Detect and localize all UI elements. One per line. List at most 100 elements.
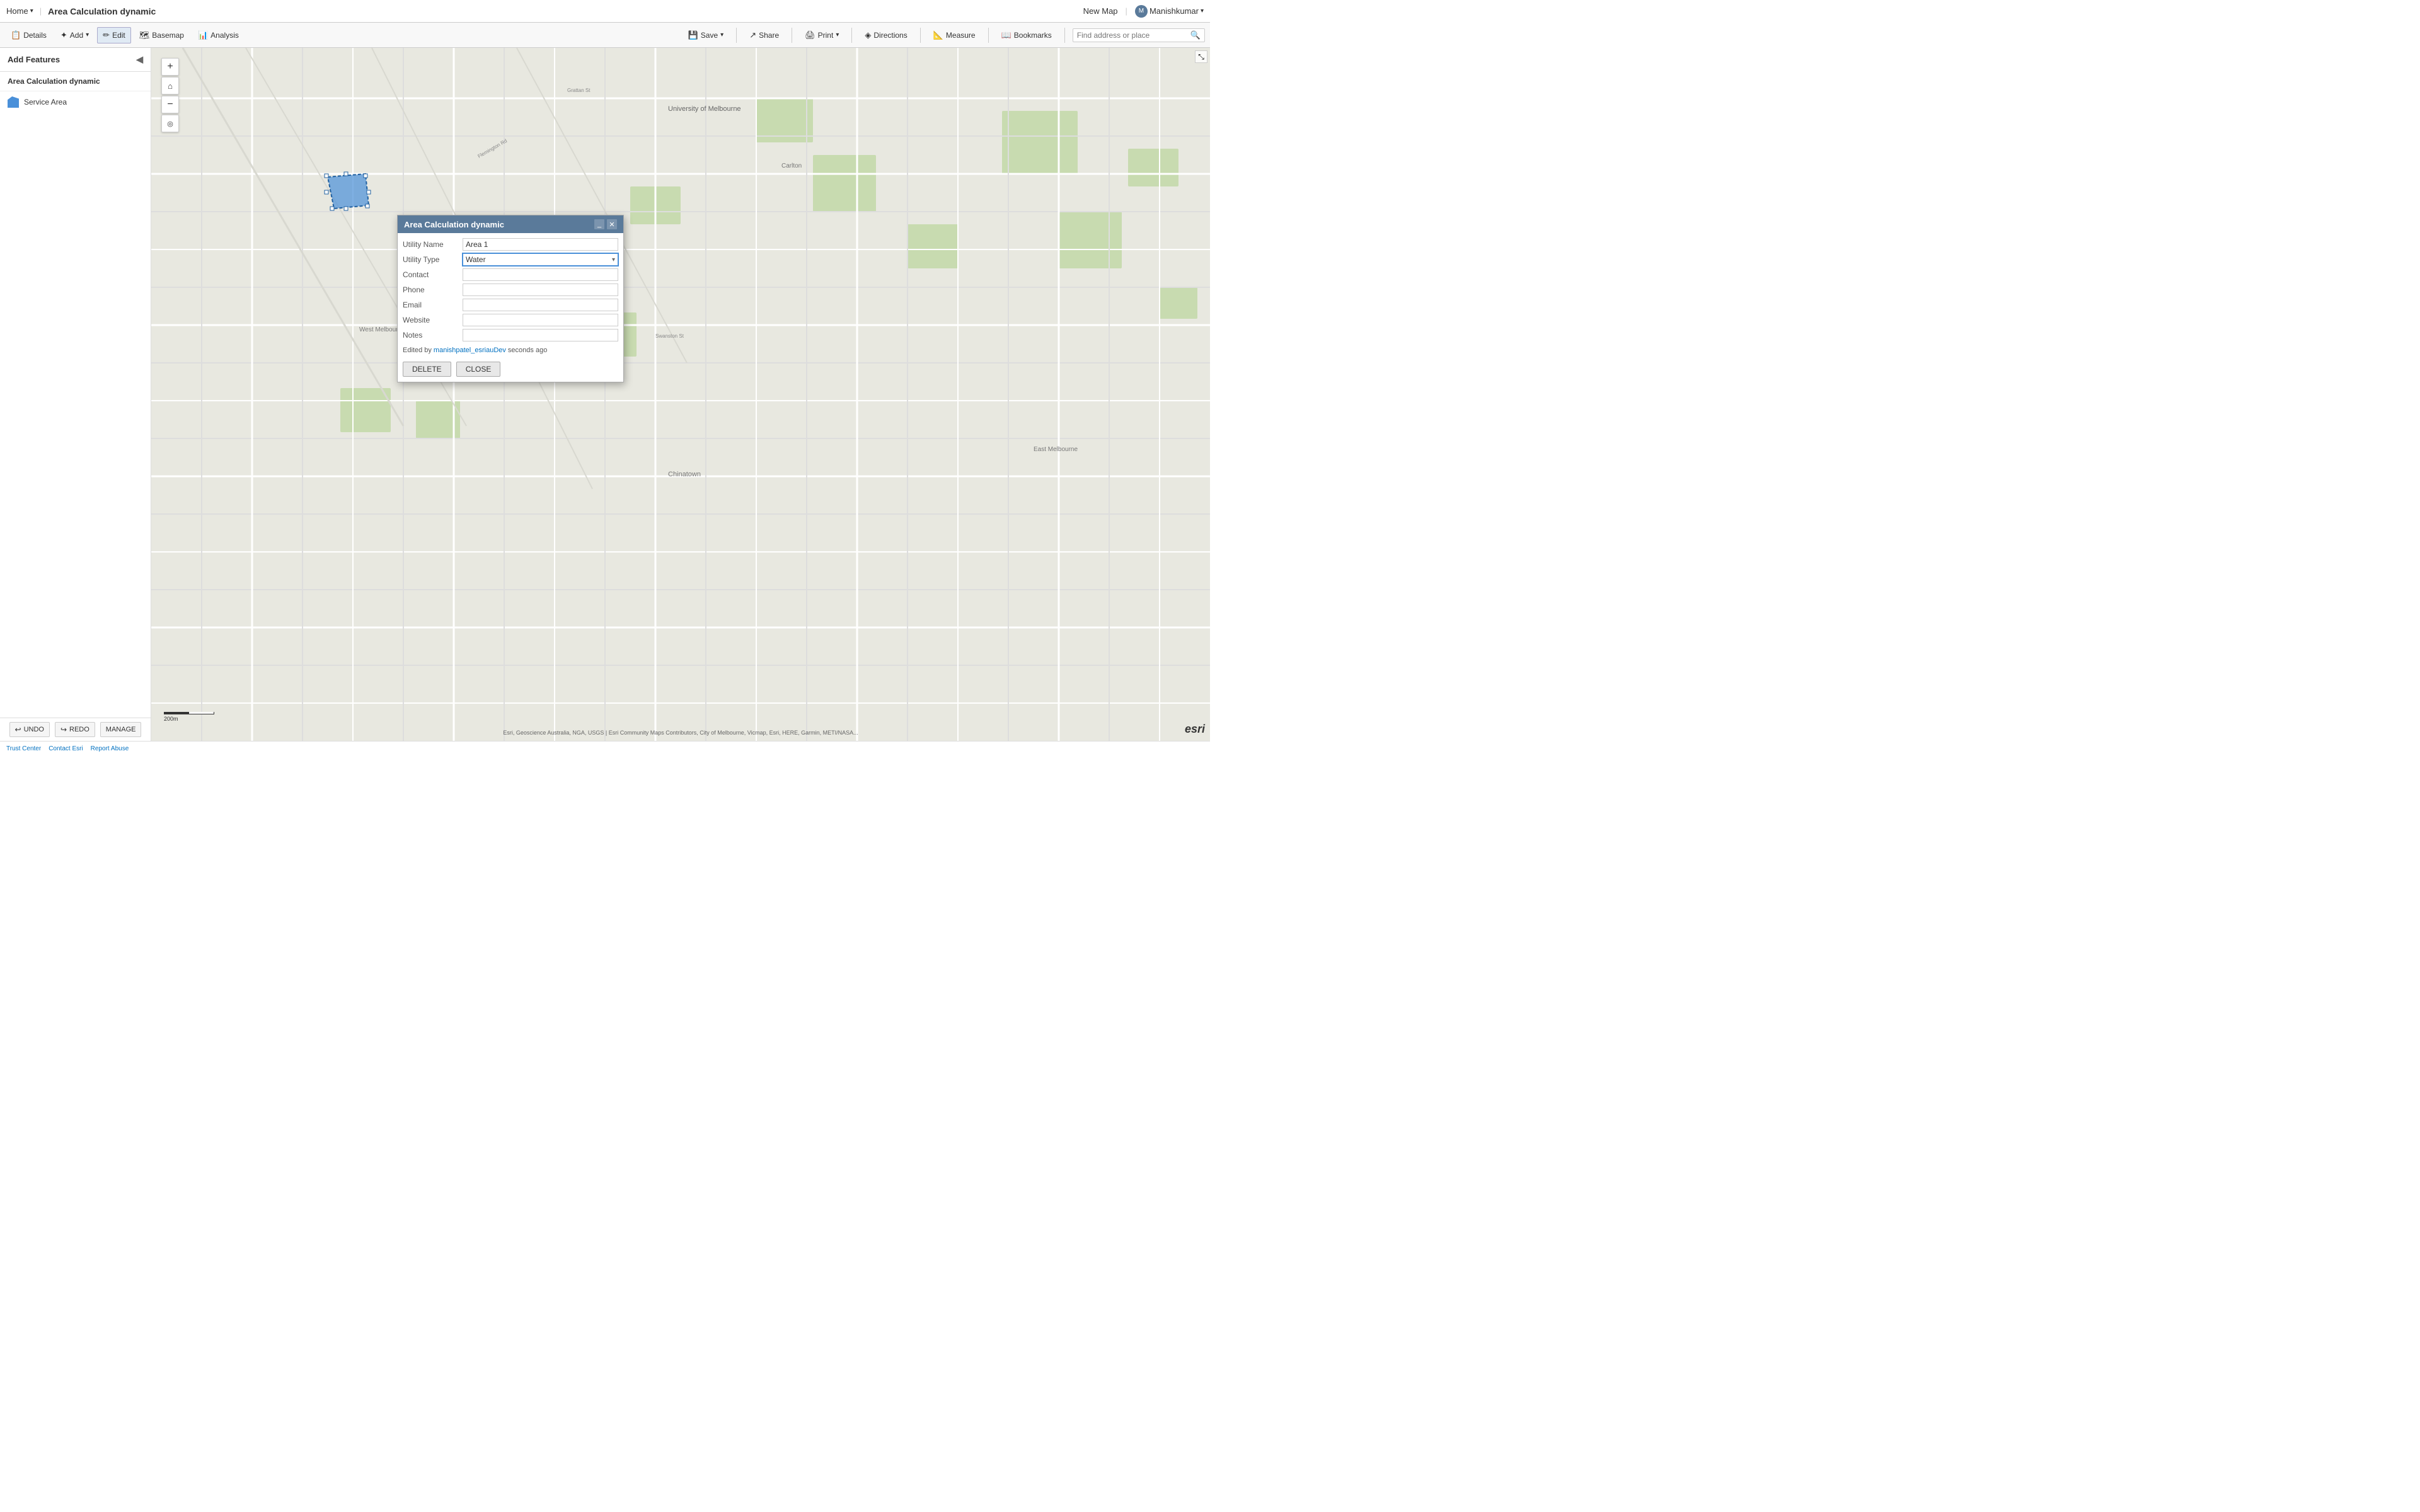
sidebar-header: Add Features ◀ [0,48,151,72]
contact-value[interactable] [463,268,618,281]
layer-label: Service Area [24,98,67,106]
app-title: Area Calculation dynamic [48,6,156,16]
zoom-out-button[interactable]: − [161,96,179,113]
user-avatar-icon: M [1135,5,1148,18]
main-area: Add Features ◀ Area Calculation dynamic … [0,48,1210,741]
search-icon[interactable]: 🔍 [1190,30,1201,40]
manage-button[interactable]: MANAGE [100,722,142,737]
sidebar-layer-title: Area Calculation dynamic [0,72,151,91]
svg-text:East Melbourne: East Melbourne [1034,446,1078,453]
sidebar-collapse-button[interactable]: ◀ [136,54,143,65]
undo-label: UNDO [24,726,44,733]
popup-minimize-button[interactable]: _ [594,219,604,229]
search-input[interactable] [1077,31,1190,40]
popup-row-utility-type: Utility Type Water ▾ [403,253,618,266]
popup-body: Utility Name Area 1 Utility Type Water ▾… [398,233,623,382]
directions-button[interactable]: ◈ Directions [860,28,912,43]
sidebar-layer-item[interactable]: Service Area [0,91,151,113]
measure-button[interactable]: 📐 Measure [928,28,981,43]
redo-button[interactable]: ↪ REDO [55,722,95,737]
utility-name-value[interactable]: Area 1 [463,238,618,251]
email-value[interactable] [463,299,618,311]
analysis-icon: 📊 [198,30,208,40]
home-label: Home [6,6,28,16]
scale-line [164,712,214,714]
save-icon: 💾 [688,30,698,40]
website-value[interactable] [463,314,618,326]
sidebar: Add Features ◀ Area Calculation dynamic … [0,48,151,741]
separator6 [1064,28,1065,43]
phone-value[interactable] [463,284,618,296]
utility-type-arrow-icon: ▾ [612,256,615,263]
print-button[interactable]: 🖨 Print ▾ [800,28,844,43]
svg-text:Swanston St: Swanston St [655,333,684,339]
popup-header-buttons: _ ✕ [594,219,617,229]
analysis-label: Analysis [210,31,239,40]
details-label: Details [23,31,47,40]
print-icon: 🖨 [805,30,815,40]
map-container[interactable]: University of Melbourne Carlton West Mel… [151,48,1210,741]
save-button[interactable]: 💾 Save ▾ [683,28,729,43]
utility-type-label: Utility Type [403,255,463,264]
map-controls: + ⌂ − ◎ [161,58,179,132]
phone-label: Phone [403,285,463,294]
delete-button[interactable]: DELETE [403,362,451,377]
svg-text:Chinatown: Chinatown [668,471,701,478]
home-extent-button[interactable]: ⌂ [161,77,179,94]
save-label: Save [701,31,718,40]
utility-name-label: Utility Name [403,240,463,249]
zoom-in-button[interactable]: + [161,58,179,76]
contact-label: Contact [403,270,463,279]
separator3 [851,28,852,43]
location-button[interactable]: ◎ [161,115,179,132]
popup-row-phone: Phone [403,284,618,296]
popup-row-website: Website [403,314,618,326]
directions-label: Directions [873,31,907,40]
add-button[interactable]: ✦ Add ▾ [55,27,95,43]
esri-logo: esri [1185,723,1205,736]
share-button[interactable]: ↗ Share [744,28,784,43]
report-abuse-link[interactable]: Report Abuse [91,745,129,752]
details-button[interactable]: 📋 Details [5,27,52,43]
basemap-icon: 🗺 [139,30,150,40]
close-button[interactable]: CLOSE [456,362,501,377]
popup-row-contact: Contact [403,268,618,281]
measure-icon: 📐 [933,30,943,40]
layer-icon [8,96,19,108]
bookmarks-button[interactable]: 📖 Bookmarks [996,28,1057,43]
bookmarks-icon: 📖 [1001,30,1011,40]
edited-suffix: seconds ago [506,346,547,354]
measure-label: Measure [946,31,976,40]
edit-button[interactable]: ✏ Edit [97,27,131,43]
add-arrow-icon: ▾ [86,32,89,38]
user-label: Manishkumar [1150,6,1199,16]
basemap-button[interactable]: 🗺 Basemap [134,27,190,43]
manage-label: MANAGE [106,726,136,733]
right-toolbar: 💾 Save ▾ ↗ Share 🖨 Print ▾ ◈ Directions … [683,28,1205,43]
contact-esri-link[interactable]: Contact Esri [49,745,83,752]
trust-center-link[interactable]: Trust Center [6,745,41,752]
map-expand-button[interactable]: ⤡ [1195,50,1207,63]
popup-title: Area Calculation dynamic [404,220,504,229]
popup-row-utility-name: Utility Name Area 1 [403,238,618,251]
edit-label: Edit [112,31,125,40]
toolbar: 📋 Details ✦ Add ▾ ✏ Edit 🗺 Basemap 📊 Ana… [0,23,1210,48]
search-box[interactable]: 🔍 [1073,28,1205,42]
popup-header[interactable]: Area Calculation dynamic _ ✕ [398,215,623,233]
print-label: Print [818,31,834,40]
analysis-button[interactable]: 📊 Analysis [192,27,245,43]
svg-text:Grattan St: Grattan St [567,88,591,93]
utility-type-select[interactable]: Water ▾ [463,253,618,266]
add-icon: ✦ [60,30,67,40]
notes-value[interactable] [463,329,618,341]
home-button[interactable]: Home ▾ [6,6,33,16]
utility-type-value: Water [466,255,486,264]
directions-icon: ◈ [865,30,871,40]
share-icon: ↗ [749,30,756,40]
undo-button[interactable]: ↩ UNDO [9,722,50,737]
user-menu-button[interactable]: M Manishkumar ▾ [1135,5,1204,18]
popup-dialog: Area Calculation dynamic _ ✕ Utility Nam… [397,215,624,382]
new-map-button[interactable]: New Map [1083,6,1118,16]
popup-close-button[interactable]: ✕ [607,219,617,229]
edited-user-link[interactable]: manishpatel_esriauDev [434,346,506,354]
